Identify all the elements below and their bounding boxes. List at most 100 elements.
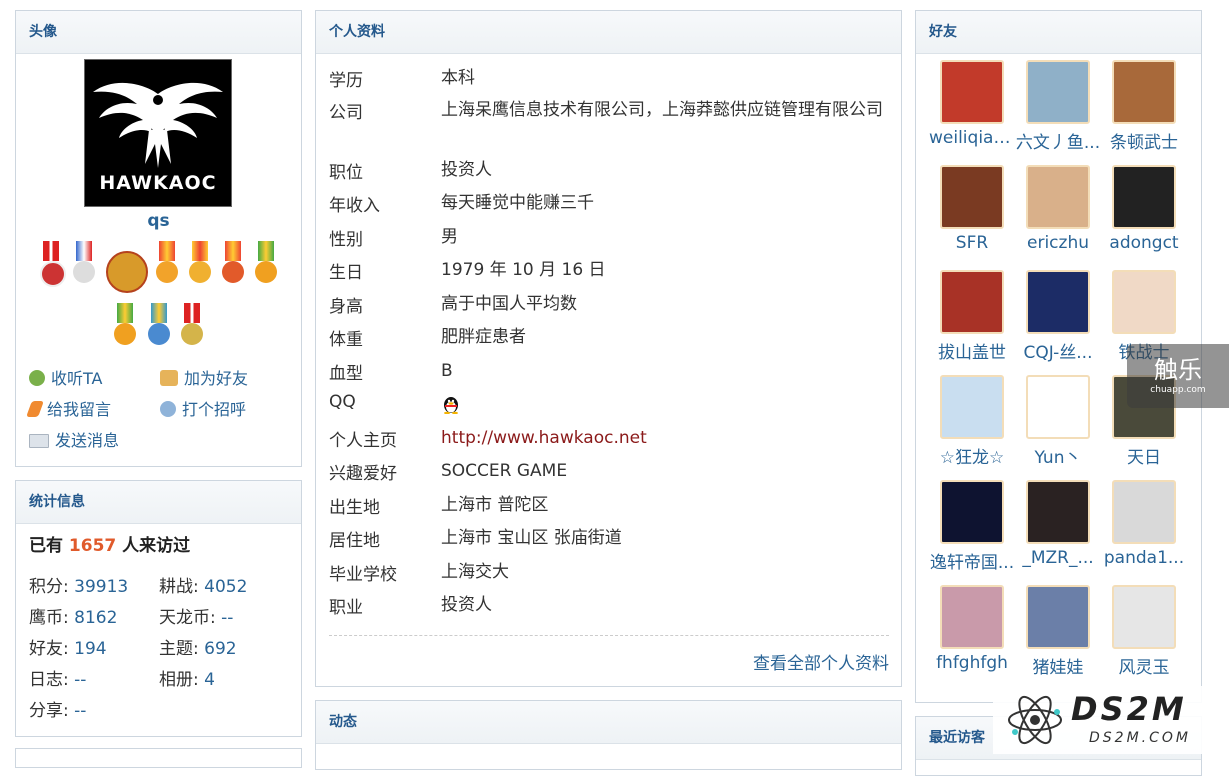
- follow-button[interactable]: 收听TA: [29, 365, 102, 389]
- friend-avatar[interactable]: [940, 270, 1004, 334]
- follow-icon: [29, 370, 45, 386]
- pencil-icon: [26, 401, 44, 417]
- medal-icon: [220, 241, 246, 297]
- friend-avatar[interactable]: [1112, 270, 1176, 334]
- friend-avatar[interactable]: [1112, 480, 1176, 544]
- friend-item[interactable]: _MZR_...: [1015, 480, 1101, 568]
- profile-panel: 个人资料 学历 本科 公司 上海呆鹰信息技术有限公司，上海莽懿供应链管理有限公司 职…: [315, 10, 902, 687]
- feed-panel: 动态: [315, 700, 902, 770]
- medal-icon: [179, 303, 205, 359]
- friend-item[interactable]: panda1...: [1101, 480, 1187, 568]
- friend-item[interactable]: adongct: [1101, 165, 1187, 253]
- friend-name[interactable]: ☆狂龙☆: [929, 443, 1015, 468]
- profile-divider: [329, 635, 889, 636]
- homepage-link[interactable]: http://www.hawkaoc.net: [441, 426, 891, 451]
- friend-item[interactable]: CQJ-丝...: [1015, 270, 1101, 363]
- friend-name[interactable]: 逸轩帝国...: [929, 548, 1015, 573]
- stat-topics: 主题: 692: [159, 639, 237, 659]
- qq-penguin-icon[interactable]: [441, 394, 891, 422]
- send-message-button[interactable]: 发送消息: [29, 427, 119, 451]
- friend-avatar[interactable]: [1026, 165, 1090, 229]
- friend-avatar[interactable]: [1026, 60, 1090, 124]
- stat-albums: 相册: 4: [159, 670, 215, 690]
- avatar[interactable]: HawKaoc: [84, 59, 232, 207]
- friend-name[interactable]: CQJ-丝...: [1015, 338, 1101, 363]
- stat-shares: 分享: --: [29, 701, 87, 721]
- friend-name[interactable]: SFR: [929, 233, 1015, 253]
- friend-item[interactable]: Yun丶: [1015, 375, 1101, 468]
- friend-name[interactable]: Yun丶: [1015, 443, 1101, 468]
- friend-item[interactable]: ericzhu: [1015, 165, 1101, 253]
- visit-count: 已有 1657 人来访过: [29, 536, 191, 556]
- medal-icon: [146, 303, 172, 359]
- leave-message-button[interactable]: 给我留言: [26, 396, 111, 420]
- friend-name[interactable]: 六文丿鱼...: [1015, 128, 1101, 153]
- stat-friends: 好友: 194: [29, 639, 107, 659]
- friend-name[interactable]: weiliqiang: [929, 128, 1015, 148]
- friend-name[interactable]: 拔山盖世: [929, 338, 1015, 363]
- greet-button[interactable]: 打个招呼: [160, 396, 246, 420]
- envelope-icon: [29, 434, 49, 448]
- stat-points: 积分: 39913: [29, 577, 129, 597]
- friend-name[interactable]: 条顿武士: [1101, 128, 1187, 153]
- stat-blogs: 日志: --: [29, 670, 87, 690]
- friend-avatar[interactable]: [1112, 585, 1176, 649]
- medal-icon: [38, 241, 67, 297]
- bottom-left-panel: [15, 748, 302, 768]
- medal-icon: [71, 241, 97, 297]
- friend-avatar[interactable]: [940, 60, 1004, 124]
- friend-avatar[interactable]: [1112, 60, 1176, 124]
- friend-avatar[interactable]: [1026, 585, 1090, 649]
- friend-avatar[interactable]: [940, 480, 1004, 544]
- medals-row-2: [16, 303, 301, 359]
- medals-row-1: [16, 241, 301, 297]
- avatar-logo-text: HawKaoc: [99, 172, 217, 194]
- friend-name[interactable]: 风灵玉: [1101, 653, 1187, 678]
- friend-item[interactable]: ☆狂龙☆: [929, 375, 1015, 468]
- friend-item[interactable]: fhfghfgh: [929, 585, 1015, 673]
- friend-name[interactable]: 猪娃娃: [1015, 653, 1101, 678]
- friend-name[interactable]: adongct: [1101, 233, 1187, 253]
- friend-item[interactable]: 猪娃娃: [1015, 585, 1101, 678]
- anniversary-medal-icon: [104, 241, 149, 297]
- medal-icon: [187, 241, 213, 297]
- medal-icon: [253, 241, 279, 297]
- friend-avatar[interactable]: [1026, 375, 1090, 439]
- stats-panel-title: 统计信息: [16, 481, 301, 524]
- stat-eagle-coins: 鹰币: 8162: [29, 608, 118, 628]
- friend-item[interactable]: 逸轩帝国...: [929, 480, 1015, 573]
- friend-item[interactable]: 拔山盖世: [929, 270, 1015, 363]
- friend-name[interactable]: ericzhu: [1015, 233, 1101, 253]
- medal-icon: [154, 241, 180, 297]
- friend-item[interactable]: 风灵玉: [1101, 585, 1187, 678]
- friend-name[interactable]: fhfghfgh: [929, 653, 1015, 673]
- stat-gengzhan: 耕战: 4052: [159, 577, 248, 597]
- ds2m-watermark: DS2M DS2M.COM: [993, 686, 1229, 754]
- friend-avatar[interactable]: [1026, 480, 1090, 544]
- avatar-panel-title: 头像: [16, 11, 301, 54]
- friend-avatar[interactable]: [940, 375, 1004, 439]
- profile-panel-title: 个人资料: [316, 11, 901, 54]
- friend-name[interactable]: panda1...: [1101, 548, 1187, 568]
- friend-avatar[interactable]: [1026, 270, 1090, 334]
- eagle-logo-icon: [93, 82, 223, 168]
- view-all-profile-link[interactable]: 查看全部个人资料: [753, 649, 889, 674]
- friend-avatar[interactable]: [940, 165, 1004, 229]
- username[interactable]: qs: [16, 211, 301, 231]
- friend-name[interactable]: _MZR_...: [1015, 548, 1101, 568]
- friends-panel-title: 好友: [916, 11, 1201, 54]
- stats-panel: 统计信息 已有 1657 人来访过 积分: 39913 耕战: 4052 鹰币:…: [15, 480, 302, 737]
- friend-item[interactable]: SFR: [929, 165, 1015, 253]
- medal-icon: [112, 303, 138, 359]
- friend-avatar[interactable]: [1112, 165, 1176, 229]
- handshake-icon: [160, 370, 178, 386]
- friend-item[interactable]: weiliqiang: [929, 60, 1015, 148]
- friend-name[interactable]: 天日: [1101, 443, 1187, 468]
- stat-tianlong-coins: 天龙币: --: [159, 608, 234, 628]
- friend-item[interactable]: 条顿武士: [1101, 60, 1187, 153]
- friend-item[interactable]: 六文丿鱼...: [1015, 60, 1101, 153]
- add-friend-button[interactable]: 加为好友: [160, 365, 248, 389]
- atom-logo-icon: [1008, 695, 1062, 745]
- feed-panel-title: 动态: [316, 701, 901, 744]
- friend-avatar[interactable]: [940, 585, 1004, 649]
